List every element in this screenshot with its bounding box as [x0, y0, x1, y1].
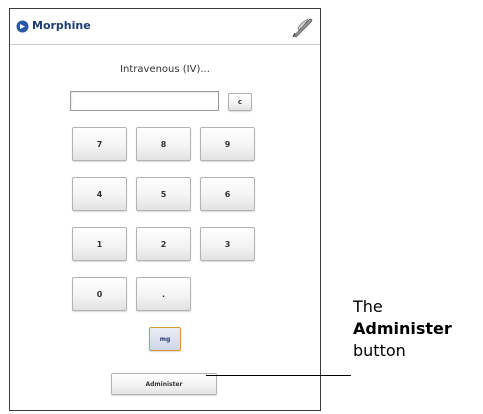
- title-bar: Morphine: [10, 9, 320, 45]
- key-8[interactable]: 8: [136, 127, 191, 161]
- key-9[interactable]: 9: [200, 127, 255, 161]
- feather-pen-icon[interactable]: [290, 15, 314, 39]
- callout-line: [206, 375, 351, 376]
- circle-arrow-icon: [16, 20, 29, 33]
- unit-mg-button[interactable]: mg: [149, 327, 181, 351]
- clear-button[interactable]: c: [228, 93, 252, 111]
- dialog-title: Morphine: [32, 19, 91, 32]
- key-4[interactable]: 4: [72, 177, 127, 211]
- morphine-dialog: Morphine Intravenous (IV)... c 7 8 9 4 5…: [9, 8, 321, 411]
- key-2[interactable]: 2: [136, 227, 191, 261]
- key-7[interactable]: 7: [72, 127, 127, 161]
- callout-bold-text: Administer: [353, 319, 452, 338]
- key-6[interactable]: 6: [200, 177, 255, 211]
- callout-annotation: The Administer button: [353, 296, 452, 362]
- key-1[interactable]: 1: [72, 227, 127, 261]
- administer-button[interactable]: Administer: [111, 373, 217, 395]
- key-0[interactable]: 0: [72, 277, 127, 311]
- dose-input[interactable]: [70, 91, 219, 111]
- callout-line-2: Administer: [353, 318, 452, 340]
- key-3[interactable]: 3: [200, 227, 255, 261]
- key-5[interactable]: 5: [136, 177, 191, 211]
- key-decimal[interactable]: .: [136, 277, 191, 311]
- callout-line-1: The: [353, 297, 383, 316]
- route-label: Intravenous (IV)...: [120, 64, 210, 75]
- callout-line-3: button: [353, 341, 406, 360]
